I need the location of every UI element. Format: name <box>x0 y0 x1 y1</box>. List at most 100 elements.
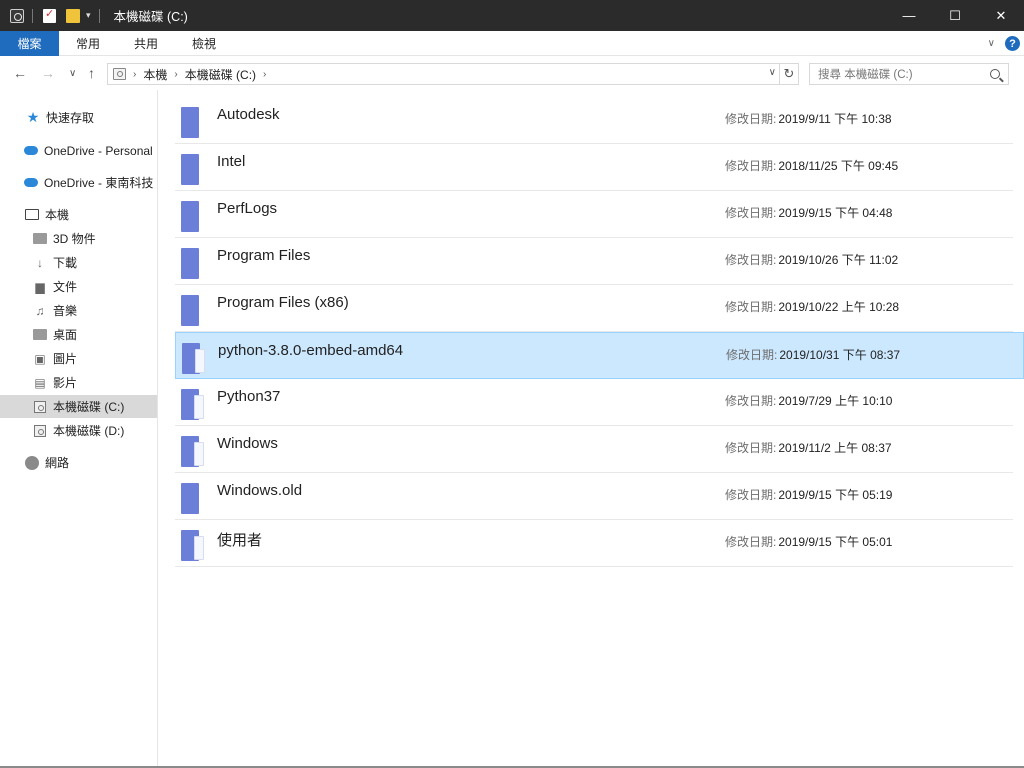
drive-icon[interactable] <box>10 8 24 23</box>
search-box[interactable]: 搜尋 本機磁碟 (C:) <box>809 63 1009 85</box>
back-button[interactable]: ← <box>13 65 27 81</box>
folder-icon <box>33 233 47 245</box>
breadcrumb-separator[interactable]: › <box>133 69 136 80</box>
sidebar-item-drive-c[interactable]: 本機磁碟 (C:) <box>0 395 157 418</box>
folder-name: 使用者 <box>217 532 263 549</box>
folder-icon <box>181 436 204 467</box>
modified-date: 修改日期: 2019/9/15 下午 04:48 <box>725 206 893 220</box>
tab-home[interactable]: 常用 <box>59 31 117 56</box>
modified-date: 修改日期: 2019/10/26 下午 11:02 <box>725 253 899 267</box>
computer-icon <box>25 209 39 221</box>
folder-icon <box>181 483 199 514</box>
sidebar-item-music[interactable]: ♫ 音樂 <box>0 299 157 322</box>
sidebar-item-videos[interactable]: ▤ 影片 <box>0 371 157 394</box>
properties-icon[interactable] <box>43 7 56 23</box>
maximize-button[interactable]: ☐ <box>932 0 978 31</box>
up-button[interactable]: ↑ <box>88 65 95 81</box>
sidebar-item-drive-d[interactable]: 本機磁碟 (D:) <box>0 419 157 442</box>
modified-date: 修改日期: 2019/9/15 下午 05:19 <box>725 488 893 502</box>
picture-icon: ▣ <box>34 351 46 366</box>
sidebar-item-quick-access[interactable]: ★ 快速存取 <box>0 106 157 129</box>
folder-icon <box>181 154 199 185</box>
list-item[interactable]: Windows.old 修改日期: 2019/9/15 下午 05:19 <box>175 473 1013 520</box>
folder-icon <box>181 201 199 232</box>
folder-icon <box>182 343 205 374</box>
desktop-icon <box>33 329 47 341</box>
list-item[interactable]: PerfLogs 修改日期: 2019/9/15 下午 04:48 <box>175 191 1013 238</box>
sidebar-item-label: OneDrive - 東南科技 <box>44 176 154 190</box>
network-icon <box>25 455 39 470</box>
sidebar-item-label: 音樂 <box>53 304 78 318</box>
list-item[interactable]: Windows 修改日期: 2019/11/2 上午 08:37 <box>175 426 1013 473</box>
list-item[interactable]: Program Files (x86) 修改日期: 2019/10/22 上午 1… <box>175 285 1013 332</box>
sidebar-item-label: 本機磁碟 (C:) <box>53 400 125 414</box>
sidebar-item-label: 3D 物件 <box>53 232 96 246</box>
download-icon: ↓ <box>37 255 43 270</box>
help-icon[interactable]: ? <box>1005 36 1020 51</box>
folder-name: Program Files (x86) <box>217 294 349 311</box>
tab-view[interactable]: 檢視 <box>175 31 233 56</box>
address-dropdown-icon[interactable]: ∨ <box>769 67 776 78</box>
recent-locations-button[interactable]: ∨ <box>69 68 76 79</box>
minimize-button[interactable]: — <box>886 0 932 31</box>
divider <box>32 8 33 23</box>
sidebar-item-label: 網路 <box>45 456 70 470</box>
drive-icon <box>33 400 47 413</box>
sidebar-item-label: 快速存取 <box>46 111 95 125</box>
sidebar-item-onedrive-org[interactable]: OneDrive - 東南科技 <box>0 171 157 194</box>
list-item[interactable]: Program Files 修改日期: 2019/10/26 下午 11:02 <box>175 238 1013 285</box>
sidebar-item-label: 本機 <box>45 208 70 222</box>
sidebar-item-network[interactable]: 網路 <box>0 451 157 474</box>
ribbon-right-controls: ∨ ? <box>988 31 1020 56</box>
folder-icon <box>181 107 199 138</box>
sidebar-item-pictures[interactable]: ▣ 圖片 <box>0 347 157 370</box>
cloud-icon <box>24 177 38 189</box>
breadcrumb-separator[interactable]: › <box>174 69 177 80</box>
list-item-selected[interactable]: python-3.8.0-embed-amd64 修改日期: 2019/10/31… <box>175 332 1024 379</box>
divider <box>98 8 100 23</box>
folder-name: Program Files <box>217 247 311 264</box>
list-item[interactable]: Intel 修改日期: 2018/11/25 下午 09:45 <box>175 144 1013 191</box>
list-item[interactable]: Autodesk 修改日期: 2019/9/11 下午 10:38 <box>175 97 1013 144</box>
sidebar-item-label: 影片 <box>53 376 78 390</box>
breadcrumb-separator[interactable]: › <box>263 69 266 80</box>
folder-name: Python37 <box>217 388 281 405</box>
sidebar-item-3d-objects[interactable]: 3D 物件 <box>0 227 157 250</box>
address-bar[interactable]: › 本機 › 本機磁碟 (C:) › ∨ <box>107 63 780 85</box>
breadcrumb-this-pc[interactable]: 本機 <box>143 66 167 83</box>
sidebar-item-label: 桌面 <box>53 328 78 342</box>
title-bar: ▾ 本機磁碟 (C:) — ☐ ✕ <box>0 0 1024 31</box>
sidebar-item-label: 下載 <box>53 256 78 270</box>
folder-icon <box>181 389 204 420</box>
tab-file[interactable]: 檔案 <box>0 30 59 56</box>
close-button[interactable]: ✕ <box>978 0 1024 31</box>
sidebar-item-label: 文件 <box>53 280 78 294</box>
modified-date: 修改日期: 2019/10/31 下午 08:37 <box>726 348 901 362</box>
folder-name: Autodesk <box>217 106 280 123</box>
folder-name: Windows <box>217 435 278 452</box>
video-icon: ▤ <box>34 375 46 390</box>
sidebar-item-this-pc[interactable]: 本機 <box>0 203 157 226</box>
expand-ribbon-icon[interactable]: ∨ <box>988 38 995 49</box>
list-item[interactable]: 使用者 修改日期: 2019/9/15 下午 05:01 <box>175 520 1013 567</box>
forward-button[interactable]: → <box>41 65 55 81</box>
search-icon[interactable] <box>990 69 1000 79</box>
tab-share[interactable]: 共用 <box>117 31 175 56</box>
customize-toolbar-dropdown[interactable]: ▾ <box>86 10 91 21</box>
breadcrumb-drive-c[interactable]: 本機磁碟 (C:) <box>185 66 256 83</box>
modified-date: 修改日期: 2018/11/25 下午 09:45 <box>725 159 899 173</box>
new-folder-icon[interactable] <box>66 8 80 23</box>
list-item[interactable]: Python37 修改日期: 2019/7/29 上午 10:10 <box>175 379 1013 426</box>
sidebar-item-downloads[interactable]: ↓ 下載 <box>0 251 157 274</box>
modified-date: 修改日期: 2019/9/11 下午 10:38 <box>725 112 892 126</box>
folder-icon <box>181 248 199 279</box>
folder-icon <box>181 295 199 326</box>
search-input[interactable]: 搜尋 本機磁碟 (C:) <box>818 66 990 82</box>
sidebar-item-label: OneDrive - Personal <box>44 143 153 158</box>
modified-date: 修改日期: 2019/9/15 下午 05:01 <box>725 535 893 549</box>
sidebar-item-documents[interactable]: ▆ 文件 <box>0 275 157 298</box>
modified-date: 修改日期: 2019/7/29 上午 10:10 <box>725 394 893 408</box>
refresh-button[interactable]: ↻ <box>780 63 799 85</box>
sidebar-item-onedrive-personal[interactable]: OneDrive - Personal <box>0 139 157 162</box>
sidebar-item-desktop[interactable]: 桌面 <box>0 323 157 346</box>
